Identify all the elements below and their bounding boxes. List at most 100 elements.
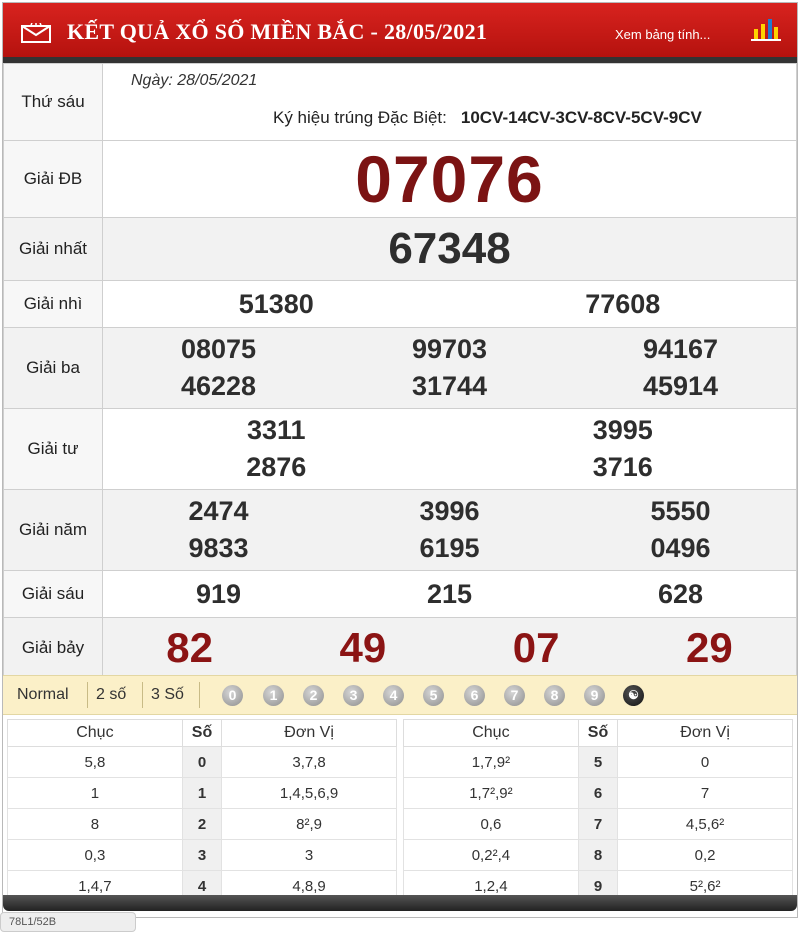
special-prize-number: 07076 [355,142,544,216]
cell-donvi: 8²,9 [221,808,397,840]
prize-number: 2474 [188,496,249,526]
digit-ball-6[interactable]: 6 [464,685,485,706]
cell-chuc: 1 [7,777,183,809]
prize-label: Giải nhất [3,217,103,281]
prize-number: 215 [426,578,473,609]
seventh-prize: 82 49 07 29 [102,617,797,678]
panel-footer [3,895,797,911]
digit-ball-3[interactable]: 3 [343,685,364,706]
cell-donvi: 7 [617,777,793,809]
view-table-link[interactable]: Xem bảng tính... [615,27,710,42]
draw-date: Ngày: 28/05/2021 [131,72,258,89]
prize-label: Giải sáu [3,570,103,618]
digit-ball-7[interactable]: 7 [504,685,525,706]
prize-number: 3996 [419,496,480,526]
cell-donvi: 1,4,5,6,9 [221,777,397,809]
prize-number: 3995 [592,415,653,445]
col-so: Số [181,719,223,747]
filter-bar: Normal 2 số 3 Số 0 1 2 3 4 5 6 7 8 9 ☯ [3,675,797,715]
special-prize: 07076 [102,140,797,218]
lottery-results-panel: KẾT QUẢ XỔ SỐ MIỀN BẮC - 28/05/2021 Xem … [2,2,798,918]
table-row: 0,3 3 3 [7,839,397,871]
digit-ball-8[interactable]: 8 [544,685,565,706]
special-symbol: Ký hiệu trúng Đặc Biệt: 10CV-14CV-3CV-8CV… [273,108,702,128]
results-table: Thứ sáu Ngày: 28/05/2021 Ký hiệu trúng Đ… [3,63,797,678]
day-label: Thứ sáu [3,63,103,141]
fifth-prize: 2474 3996 5550 9833 6195 0496 [102,489,797,571]
cell-donvi: 0 [617,746,793,778]
cell-chuc: 8 [7,808,183,840]
cell-chuc: 1,7,9² [403,746,579,778]
filter-normal[interactable]: Normal [17,686,69,704]
yin-yang-icon[interactable]: ☯ [623,685,644,706]
cell-so: 3 [181,839,223,871]
divider [87,682,88,708]
prize-number: 5550 [650,496,711,526]
prize-number: 49 [339,623,387,671]
col-so: Số [577,719,619,747]
prize-number: 29 [686,623,733,671]
bar-chart-icon[interactable] [751,19,781,41]
fourth-prize: 3311 3995 2876 3716 [102,408,797,490]
table-row: 5,8 0 3,7,8 [7,746,397,778]
prize-number: 9833 [188,533,249,563]
cell-chuc: 0,2²,4 [403,839,579,871]
prize-number: 2876 [246,452,307,482]
table-row: 1,7,9² 5 0 [403,746,793,778]
prize-label: Giải ĐB [3,140,103,218]
table-row: 0,2²,4 8 0,2 [403,839,793,871]
cell-chuc: 0,3 [7,839,183,871]
filter-2-digits[interactable]: 2 số [96,686,126,704]
prize-number: 46228 [180,371,257,401]
special-symbol-value: 10CV-14CV-3CV-8CV-5CV-9CV [460,108,702,127]
prize-number: 919 [195,578,242,609]
digit-ball-4[interactable]: 4 [383,685,404,706]
digit-ball-2[interactable]: 2 [303,685,324,706]
prize-number: 99703 [411,334,488,364]
third-prize: 08075 99703 94167 46228 31744 45914 [102,327,797,409]
prize-label: Giải bảy [3,617,103,678]
page-title: KẾT QUẢ XỔ SỐ MIỀN BẮC - 28/05/2021 [67,19,488,44]
loto-table-right: Chục Số Đơn Vị 1,7,9² 5 0 1,7²,9² 6 7 0,6 7 4,… [403,719,793,902]
cell-so: 1 [181,777,223,809]
cell-so: 7 [577,808,619,840]
prize-label: Giải nhì [3,280,103,328]
sixth-prize: 919 215 628 [102,570,797,618]
prize-number: 0496 [650,533,711,563]
prize-label: Giải ba [3,327,103,409]
cell-chuc: 1,7²,9² [403,777,579,809]
table-row: 0,6 7 4,5,6² [403,808,793,840]
table-row: 1,7²,9² 6 7 [403,777,793,809]
first-prize: 67348 [102,217,797,281]
col-donvi: Đơn Vị [617,719,793,747]
table-row: 1 1 1,4,5,6,9 [7,777,397,809]
second-prize: 51380 77608 [102,280,797,328]
prize-number: 08075 [180,334,257,364]
cell-so: 2 [181,808,223,840]
envelope-icon [21,23,51,43]
prize-number: 82 [166,623,213,671]
prize-label: Giải tư [3,408,103,490]
digit-ball-0[interactable]: 0 [222,685,243,706]
prize-number: 31744 [411,371,488,401]
col-chuc: Chục [403,719,579,747]
prize-number: 51380 [238,288,314,319]
col-donvi: Đơn Vị [221,719,397,747]
digit-ball-9[interactable]: 9 [584,685,605,706]
special-symbol-label: Ký hiệu trúng Đặc Biệt: [273,108,447,127]
digit-ball-1[interactable]: 1 [263,685,284,706]
table-row: 8 2 8²,9 [7,808,397,840]
prize-number: 3311 [246,415,306,445]
cell-donvi: 0,2 [617,839,793,871]
divider [199,682,200,708]
prize-number: 07 [512,623,560,671]
digit-ball-5[interactable]: 5 [423,685,444,706]
cell-chuc: 0,6 [403,808,579,840]
bottom-tab[interactable]: 78L1/52B [0,912,136,932]
first-prize-number: 67348 [388,224,511,273]
loto-table-left: Chục Số Đơn Vị 5,8 0 3,7,8 1 1 1,4,5,6,9 828… [7,719,397,902]
draw-info: Ngày: 28/05/2021 Ký hiệu trúng Đặc Biệt:… [102,63,797,141]
prize-number: 3716 [592,452,653,482]
cell-donvi: 3 [221,839,397,871]
filter-3-digits[interactable]: 3 Số [151,686,184,704]
